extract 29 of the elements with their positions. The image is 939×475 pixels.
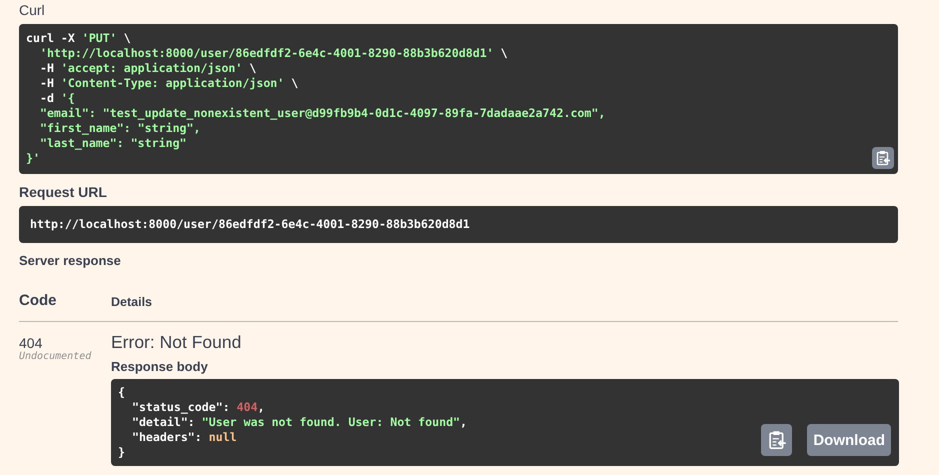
code-line: "email": "test_update_nonexistent_user@d99fb9b4-0d1c-4097-89fa-7dadaae2a742.com", (38, 106, 606, 121)
copy-button[interactable] (761, 424, 792, 456)
status-note: Undocumented (19, 351, 92, 362)
section-title: Response body (111, 359, 209, 374)
code-line: "headers": null (130, 430, 237, 445)
code-line: } (118, 445, 125, 460)
code-line: }' (26, 151, 40, 166)
section-title: Curl (19, 2, 46, 18)
code-line: -d '{ (38, 91, 75, 106)
code-line: "detail": "User was not found. User: Not found", (130, 415, 468, 430)
code-line: curl -X 'PUT' \ (26, 31, 131, 46)
clipboard-icon (875, 150, 891, 166)
copy-button[interactable] (872, 147, 894, 169)
section-title: Server response (19, 253, 122, 268)
code-line: "last_name": "string" (38, 136, 187, 151)
request-url: http://localhost:8000/user/86edfdf2-6e4c-4001-8290-88b3b620d8d1 (29, 216, 471, 233)
column-header: Details (111, 295, 152, 309)
code-line: -H 'Content-Type: application/json' \ (38, 76, 298, 91)
code-line: { (118, 385, 125, 400)
code-line: -H 'accept: application/json' \ (38, 61, 256, 76)
column-header: Code (19, 292, 58, 309)
download-button[interactable]: Download (807, 424, 891, 456)
code-line: "status_code": 404, (130, 400, 265, 415)
section-title: Request URL (19, 184, 108, 200)
error-title: Error: Not Found (111, 332, 242, 353)
code-line: "first_name": "string", (38, 121, 201, 136)
status-code: 404 (19, 335, 44, 351)
code-line: 'http://localhost:8000/user/86edfdf2-6e4c-4001-8290-88b3b620d8d1' \ (38, 46, 508, 61)
clipboard-icon (766, 430, 787, 450)
